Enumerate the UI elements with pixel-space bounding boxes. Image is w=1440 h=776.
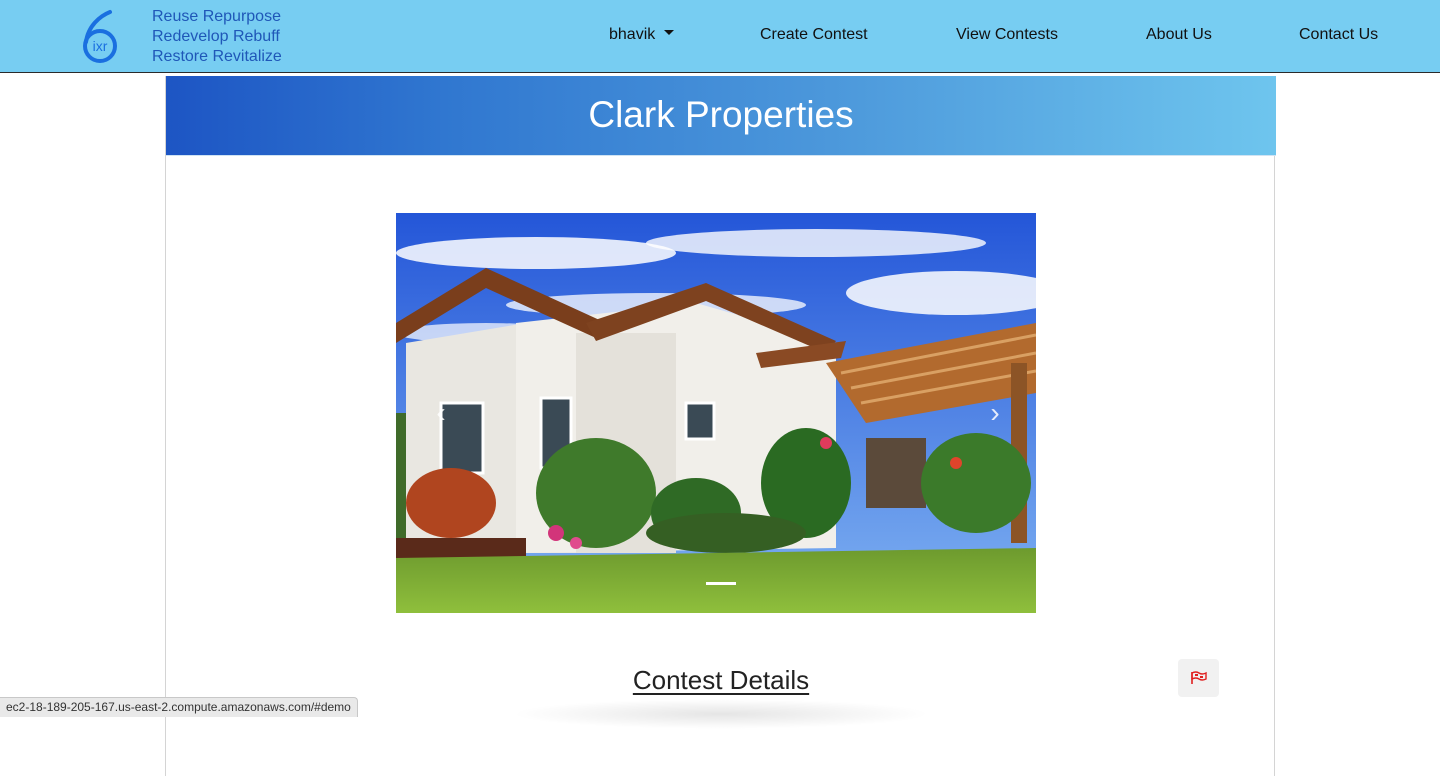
nav-about-us[interactable]: About Us: [1146, 26, 1212, 44]
title-banner: Clark Properties: [166, 76, 1276, 156]
property-photo: [396, 213, 1036, 613]
contest-card: Clark Properties ‹ › Contest Details: [165, 76, 1276, 776]
top-navbar: ixr Reuse Repurpose Redevelop Rebuff Res…: [0, 0, 1440, 73]
nav-view-contests[interactable]: View Contests: [956, 26, 1058, 44]
nav-contact-us[interactable]: Contact Us: [1299, 26, 1378, 44]
browser-status-url: ec2-18-189-205-167.us-east-2.compute.ama…: [0, 697, 358, 717]
caret-down-icon: [664, 30, 675, 36]
nav-create-contest[interactable]: Create Contest: [760, 26, 868, 44]
tagline-line-2: Redevelop Rebuff: [152, 28, 280, 45]
carousel-prev-button[interactable]: ‹: [426, 393, 456, 433]
chevron-left-icon: ‹: [436, 397, 446, 428]
user-menu-dropdown[interactable]: bhavik: [609, 26, 675, 44]
tagline-line-3: Restore Revitalize: [152, 48, 282, 65]
brand-logo[interactable]: ixr: [80, 8, 122, 64]
page-title: Clark Properties: [588, 94, 854, 135]
chevron-right-icon: ›: [990, 397, 1000, 428]
carousel-indicator-active[interactable]: [706, 582, 736, 585]
brand-tagline: Reuse Repurpose Redevelop Rebuff Restore…: [152, 7, 282, 67]
flag-icon: [1190, 671, 1207, 684]
report-flag-button[interactable]: [1178, 659, 1219, 697]
section-shadow: [511, 699, 931, 729]
user-menu-label: bhavik: [609, 26, 656, 43]
logo-letters: ixr: [93, 38, 108, 54]
carousel-next-button[interactable]: ›: [980, 393, 1010, 433]
tagline-line-1: Reuse Repurpose: [152, 8, 281, 25]
property-carousel[interactable]: ‹ ›: [396, 213, 1036, 613]
contest-details-heading: Contest Details: [632, 665, 810, 695]
